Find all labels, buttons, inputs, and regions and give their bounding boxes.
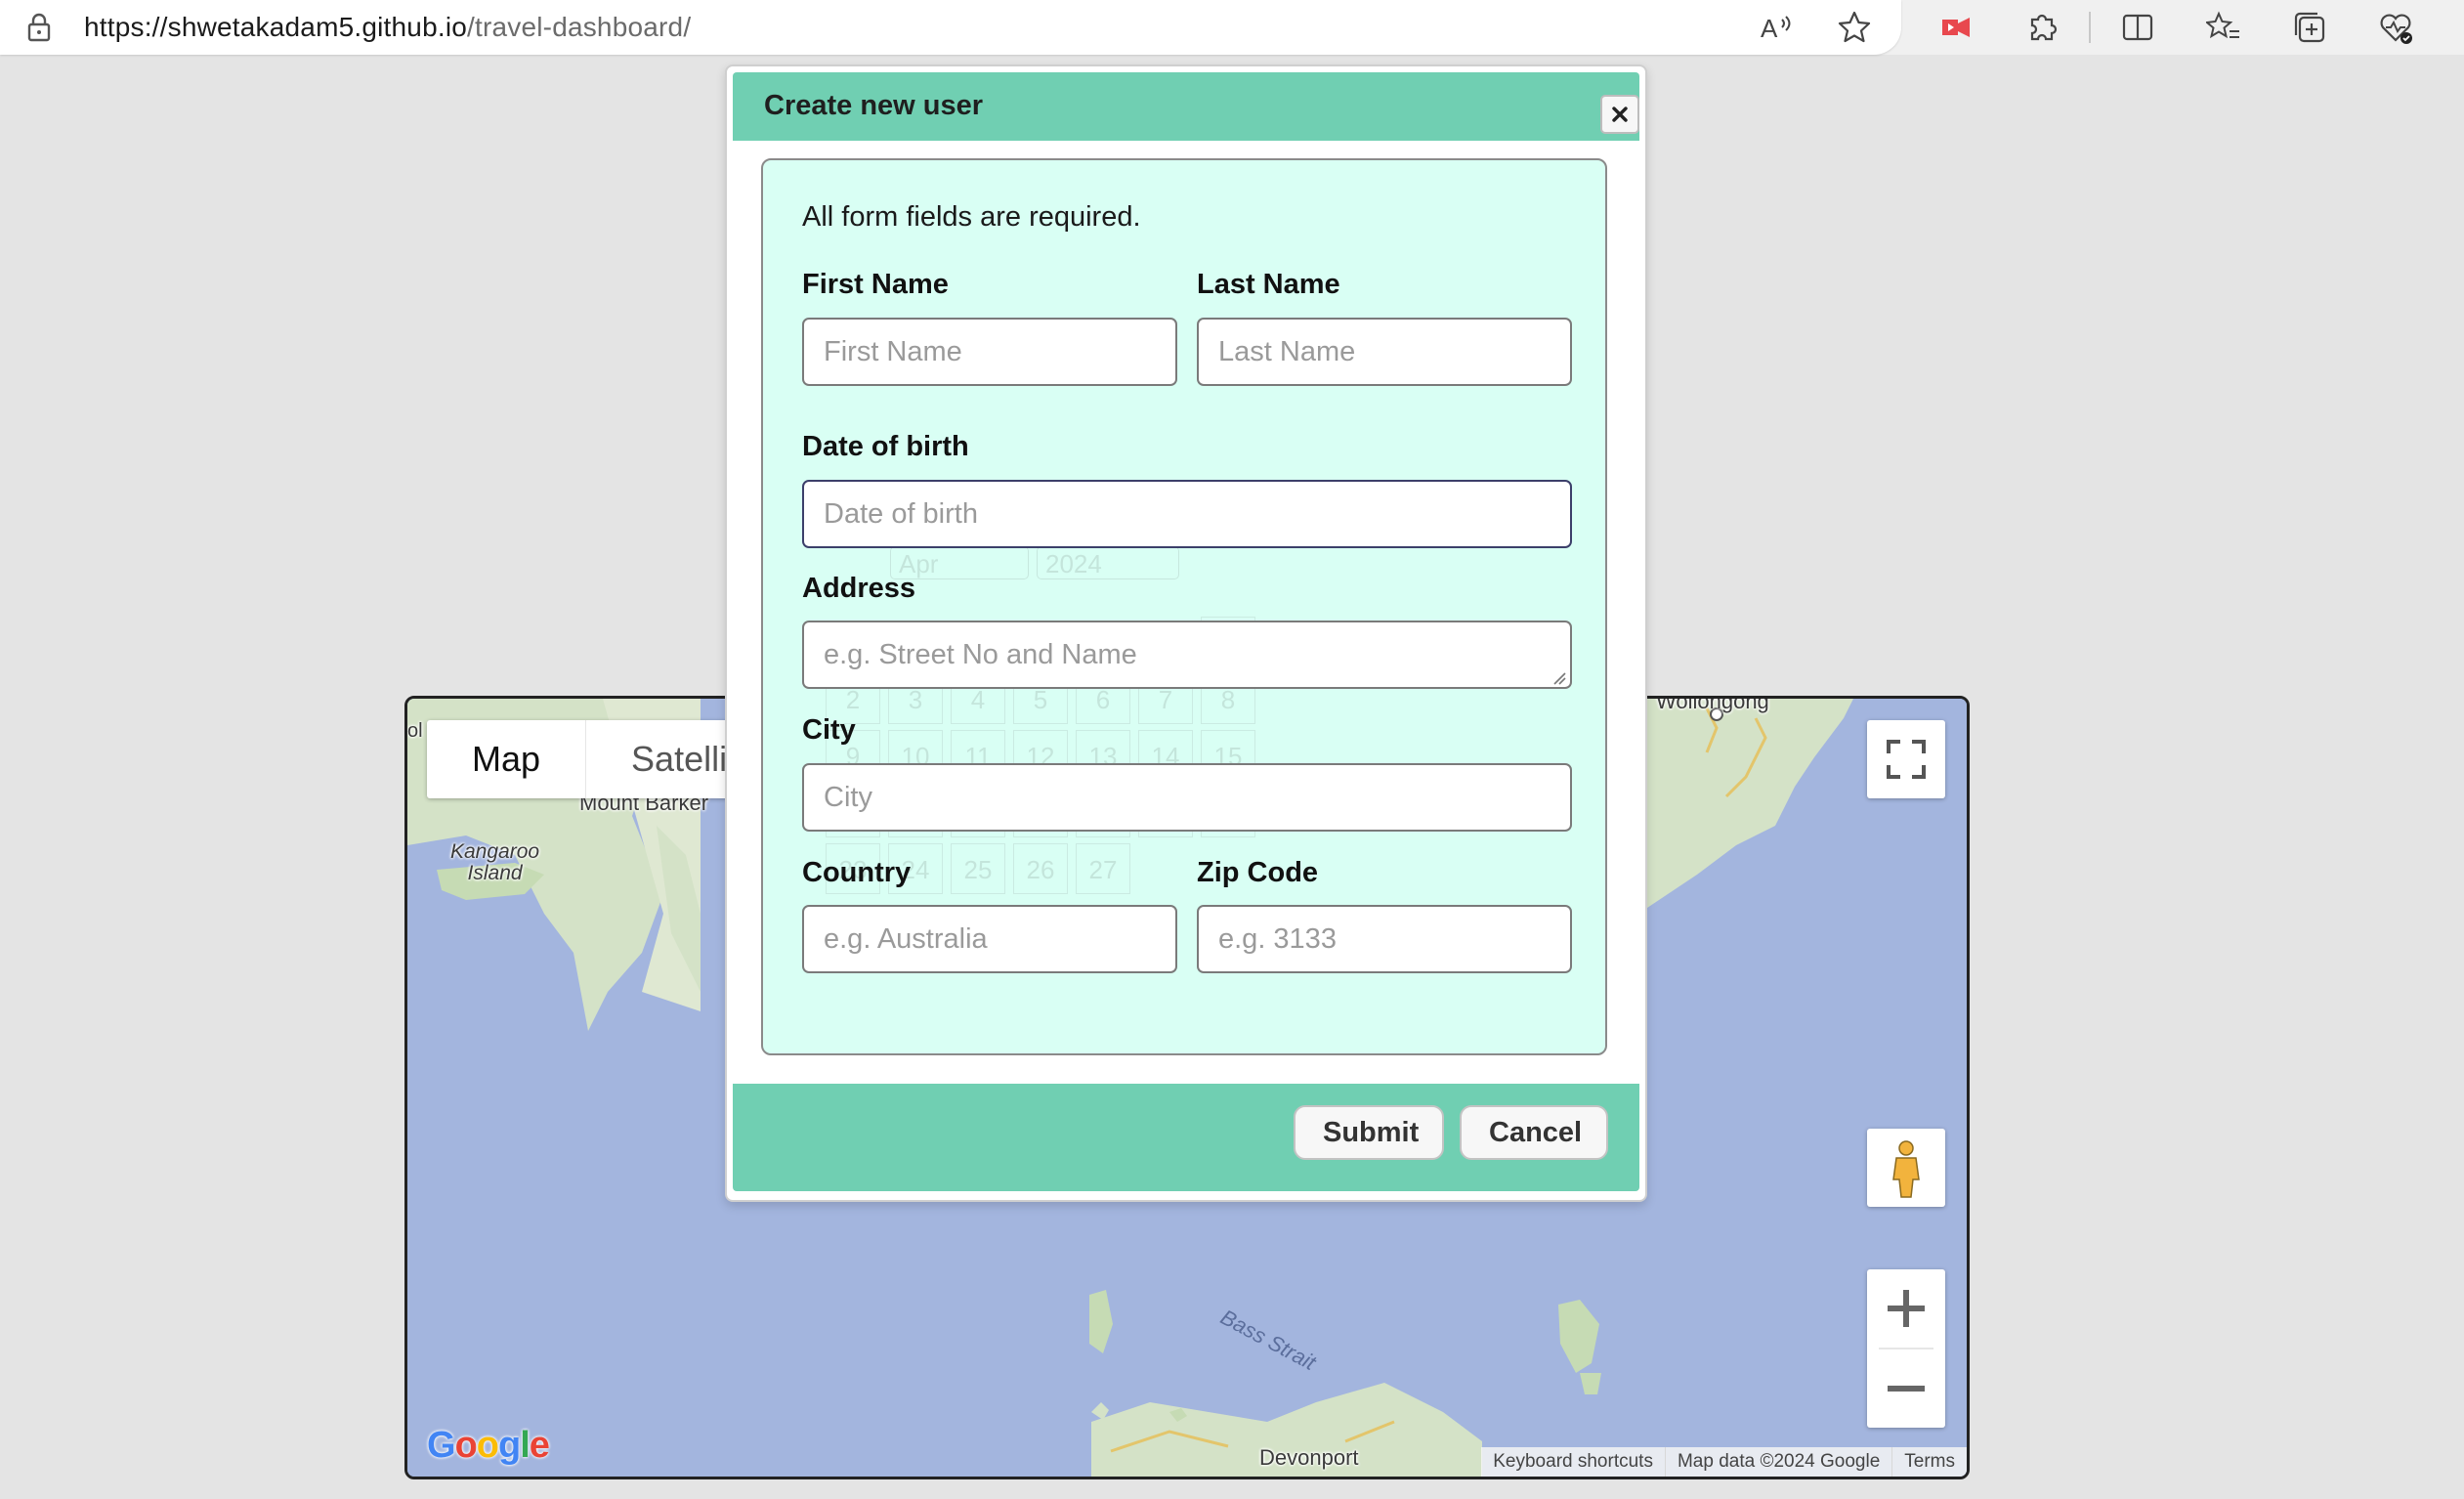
form-note: All form fields are required. <box>802 201 1141 233</box>
city-label: City <box>802 714 856 746</box>
map-type-control: Map Satelli <box>427 720 773 798</box>
cancel-button[interactable]: Cancel <box>1460 1105 1608 1160</box>
first-name-input[interactable] <box>802 318 1177 386</box>
fullscreen-icon <box>1887 740 1926 779</box>
address-input[interactable] <box>802 621 1572 689</box>
toolbar-divider <box>2089 12 2091 43</box>
first-name-label: First Name <box>802 269 949 300</box>
last-name-input[interactable] <box>1197 318 1572 386</box>
favorite-star-icon[interactable] <box>1837 10 1872 45</box>
split-screen-icon[interactable] <box>2120 10 2155 45</box>
last-name-label: Last Name <box>1197 269 1340 300</box>
pegman-icon <box>1892 1140 1920 1198</box>
street-view-pegman-button[interactable] <box>1867 1129 1945 1207</box>
read-aloud-icon[interactable]: A <box>1759 10 1794 45</box>
zoom-out-button[interactable] <box>1867 1349 1945 1428</box>
country-label: Country <box>802 857 912 888</box>
dialog-title: Create new user <box>764 90 984 121</box>
dob-input[interactable] <box>802 480 1572 548</box>
map-label-wollongong: Wollongong <box>1656 696 1769 713</box>
address-bar[interactable]: https://shwetakadam5.github.io/travel-da… <box>0 0 1901 55</box>
datepicker-day: 27 <box>1076 843 1130 894</box>
datepicker-day: 25 <box>951 843 1005 894</box>
fullscreen-button[interactable] <box>1867 720 1945 798</box>
close-button[interactable] <box>1600 95 1639 134</box>
url-path: /travel-dashboard/ <box>467 12 692 42</box>
keyboard-shortcuts-link[interactable]: Keyboard shortcuts <box>1481 1447 1665 1477</box>
city-input[interactable] <box>802 763 1572 832</box>
terms-link[interactable]: Terms <box>1891 1447 1967 1477</box>
zoom-control <box>1867 1269 1945 1428</box>
lock-icon[interactable] <box>25 13 53 42</box>
close-icon <box>1612 107 1628 122</box>
dob-label: Date of birth <box>802 431 969 462</box>
map-type-map-button[interactable]: Map <box>427 720 585 798</box>
country-input[interactable] <box>802 905 1177 973</box>
zoom-in-button[interactable] <box>1867 1269 1945 1348</box>
resize-grip-icon[interactable] <box>1552 671 1566 685</box>
user-form: Apr 2024 1234567891011121314151617181920… <box>761 158 1607 1055</box>
create-user-dialog: Create new user Apr 2024 123456789101112… <box>725 64 1647 1202</box>
map-label-edge: ol <box>407 720 423 742</box>
datepicker-year: 2024 <box>1037 546 1179 579</box>
screen-capture-icon[interactable] <box>1938 10 1974 45</box>
dialog-header: Create new user <box>733 72 1639 141</box>
browser-essentials-icon[interactable] <box>2378 10 2413 45</box>
svg-text:A: A <box>1761 14 1778 43</box>
map-label-kangaroo-island: Kangaroo Island <box>450 840 540 884</box>
url-host: https://shwetakadam5.github.io <box>84 12 468 42</box>
extensions-icon[interactable] <box>2024 10 2060 45</box>
url-text[interactable]: https://shwetakadam5.github.io/travel-da… <box>84 12 691 43</box>
map-label-devonport: Devonport <box>1259 1445 1359 1470</box>
favorites-icon[interactable] <box>2206 10 2241 45</box>
map-attribution: Keyboard shortcuts Map data ©2024 Google… <box>1481 1447 1967 1477</box>
submit-button[interactable]: Submit <box>1294 1105 1444 1160</box>
collections-icon[interactable] <box>2292 10 2327 45</box>
map-data-text: Map data ©2024 Google <box>1664 1447 1891 1477</box>
dialog-footer: Submit Cancel <box>733 1084 1639 1191</box>
google-logo[interactable]: Google <box>427 1425 550 1467</box>
zip-input[interactable] <box>1197 905 1572 973</box>
zip-label: Zip Code <box>1197 857 1319 888</box>
datepicker-day: 26 <box>1013 843 1068 894</box>
browser-toolbar: https://shwetakadam5.github.io/travel-da… <box>0 0 2464 55</box>
address-label: Address <box>802 573 916 604</box>
